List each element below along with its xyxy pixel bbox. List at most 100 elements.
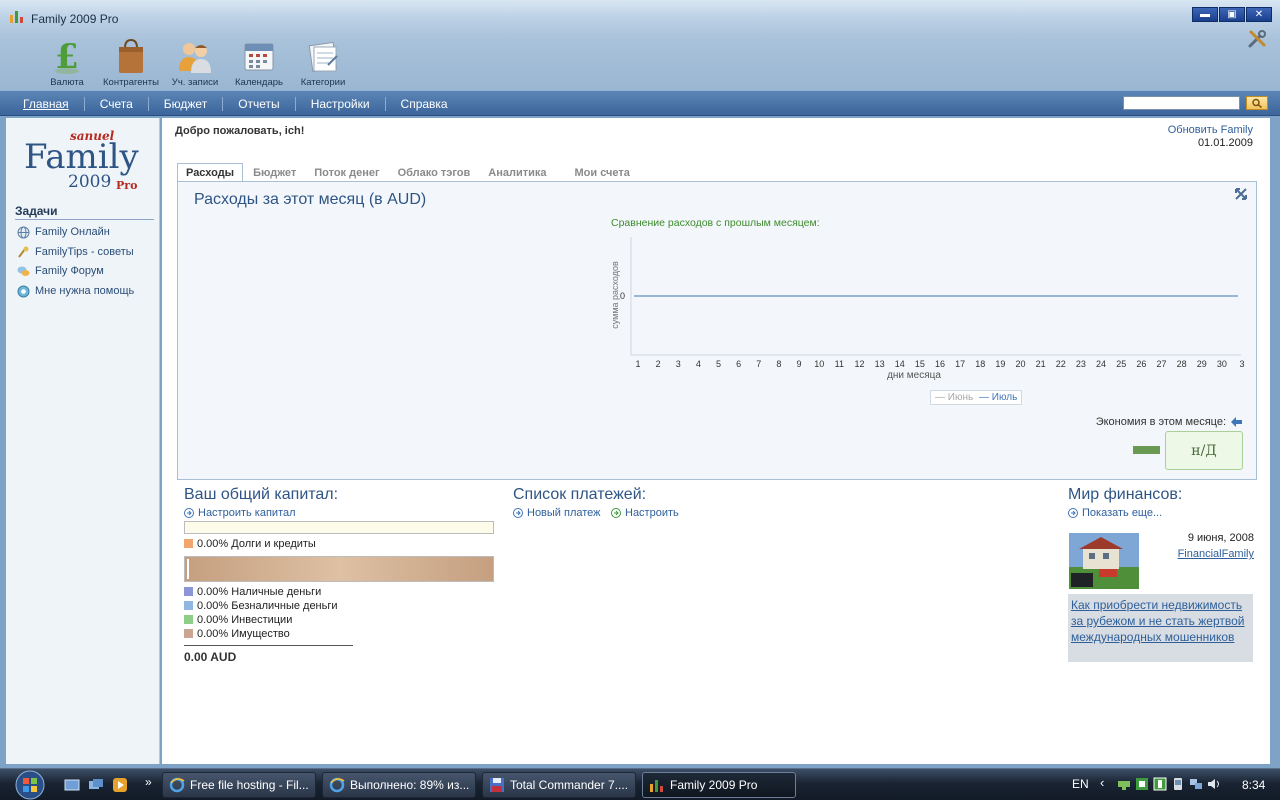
new-payment-link[interactable]: Новый платеж [513,507,601,519]
menu-item-home[interactable]: Главная [8,97,84,111]
tab-my-accounts[interactable]: Мои счета [567,164,638,182]
x-tick-label: 10 [814,359,824,369]
menu-item-accounts[interactable]: Счета [85,97,148,111]
news-source-link[interactable]: FinancialFamily [1178,548,1254,560]
taskbar-button-file-hosting[interactable]: Free file hosting - Fil... [162,772,316,798]
search-input[interactable] [1123,96,1240,110]
app-window: Family 2009 Pro ▬ ▣ ✕ £ Валюта Контраген… [0,0,1280,768]
task-family-tips[interactable]: FamilyTips - советы [16,244,134,260]
x-tick-label: 28 [1177,359,1187,369]
search-button[interactable] [1246,96,1268,110]
currency-icon: £ [55,38,79,74]
menu-item-reports[interactable]: Отчеты [223,97,294,111]
toolbar-calendar-button[interactable]: Календарь [227,38,291,88]
family-app-icon [650,780,663,792]
x-tick-label: 27 [1156,359,1166,369]
tab-expenses[interactable]: Расходы [177,163,244,183]
task-family-forum[interactable]: Family Форум [16,263,104,279]
menu-item-budget[interactable]: Бюджет [149,97,222,111]
task-family-online[interactable]: Family Онлайн [16,224,110,240]
chart-title: Сравнение расходов с прошлым месяцем: [611,217,820,229]
task-label: Мне нужна помощь [35,285,135,297]
volume-icon[interactable] [1207,777,1221,791]
tab-budget[interactable]: Бюджет [245,164,304,182]
toolbar-label: Валюта [50,77,84,88]
x-axis-label: дни месяца [887,370,941,381]
setup-capital-link[interactable]: Настроить капитал [184,507,296,519]
device-icon[interactable] [1171,777,1185,791]
toolbar-label: Контрагенты [103,77,159,88]
tab-cash-flow[interactable]: Поток денег [306,164,387,182]
tips-icon [17,246,28,258]
info-arrow-icon[interactable] [1230,416,1244,428]
tab-tag-cloud[interactable]: Облако тэгов [390,164,479,182]
toolbar-contractors-button[interactable]: Контрагенты [99,38,163,88]
refresh-family-link[interactable]: Обновить Family [1168,124,1253,136]
toolbar-currency-button[interactable]: £ Валюта [35,38,99,88]
show-more-link[interactable]: Показать еще... [1068,507,1162,519]
show-desktop-icon[interactable] [64,777,80,793]
x-tick-label: 2 [656,359,661,369]
media-player-icon[interactable] [112,777,128,793]
x-tick-labels: 1 2 3 4 5 6 7 8 9 10 11 12 13 14 15 16 17 18 19 20 21 22 23 24 2… [635,359,1244,369]
tab-analytics[interactable]: Аналитика [480,164,554,182]
setup-payments-link[interactable]: Настроить [611,507,679,519]
asset-row-cash: 0.00% Наличные деньги [184,585,321,598]
quick-launch-more[interactable]: » [145,775,152,789]
chart-legend: — Июнь — Июль [930,390,1023,405]
asset-swatch [184,629,193,638]
collapse-icon[interactable] [1233,186,1249,202]
menu-bar: Главная Счета Бюджет Отчеты Настройки Сп… [0,90,1280,116]
x-tick-label: 8 [776,359,781,369]
x-tick-label: 24 [1096,359,1106,369]
capital-title: Ваш общий капитал: [184,486,339,503]
x-tick-label: 3 [676,359,681,369]
maximize-button[interactable]: ▣ [1219,7,1245,22]
asset-label: 0.00% Наличные деньги [197,585,322,598]
asset-swatch [184,615,193,624]
users-icon [179,43,211,73]
asset-swatch [184,587,193,596]
network-status-icon[interactable] [1189,777,1203,791]
debts-row: 0.00% Долги и кредиты [184,537,316,550]
toolbar-label: Категории [300,77,346,88]
utility-icon[interactable] [1153,777,1167,791]
taskbar-button-total-commander[interactable]: Total Commander 7.... [482,772,636,798]
taskbar-label: Free file hosting - Fil... [190,778,309,792]
task-label: Family Форум [35,265,104,277]
sidebar: sanuel Family 2009 Pro Задачи Family Онл… [6,118,160,764]
language-indicator[interactable]: EN [1072,777,1089,791]
taskbar-button-family[interactable]: Family 2009 Pro [642,772,796,798]
tray-expand-button[interactable]: ‹ [1100,775,1104,790]
asset-row-cashless: 0.00% Безналичные деньги [184,599,338,612]
total-capital: 0.00 AUD [184,650,237,664]
x-tick-label: 7 [756,359,761,369]
close-button[interactable]: ✕ [1246,7,1272,22]
asset-label: 0.00% Безналичные деньги [197,599,338,612]
debts-swatch [184,539,193,548]
news-headline-link[interactable]: Как приобрести недвижимость за рубежом и… [1071,597,1250,645]
tools-icon[interactable] [1246,28,1268,50]
toolbar-accounts-button[interactable]: Уч. записи [163,38,227,88]
minimize-button[interactable]: ▬ [1192,7,1218,22]
x-tick-label: 30 [1217,359,1227,369]
taskbar-button-download[interactable]: Выполнено: 89% из... [322,772,476,798]
toolbar-categories-button[interactable]: Категории [291,38,355,88]
legend-label: Июнь [947,392,974,403]
x-tick-label: 9 [797,359,802,369]
task-need-help[interactable]: Мне нужна помощь [16,283,134,299]
main-menu: Главная Счета Бюджет Отчеты Настройки Сп… [8,91,463,116]
floppy-icon [490,778,504,792]
x-tick-label: 17 [955,359,965,369]
expenses-panel: Расходы за этот месяц (в AUD) Сравнение … [177,181,1257,480]
network-icon[interactable] [1117,777,1131,791]
green-app-icon[interactable] [1135,777,1149,791]
tasks-title: Задачи [15,204,154,220]
start-button[interactable] [10,770,50,800]
search-icon [1252,98,1262,108]
menu-item-settings[interactable]: Настройки [296,97,385,111]
task-label: Family Онлайн [35,226,110,238]
menu-item-help[interactable]: Справка [386,97,463,111]
news-thumbnail[interactable] [1069,533,1139,589]
switch-windows-icon[interactable] [88,777,104,793]
